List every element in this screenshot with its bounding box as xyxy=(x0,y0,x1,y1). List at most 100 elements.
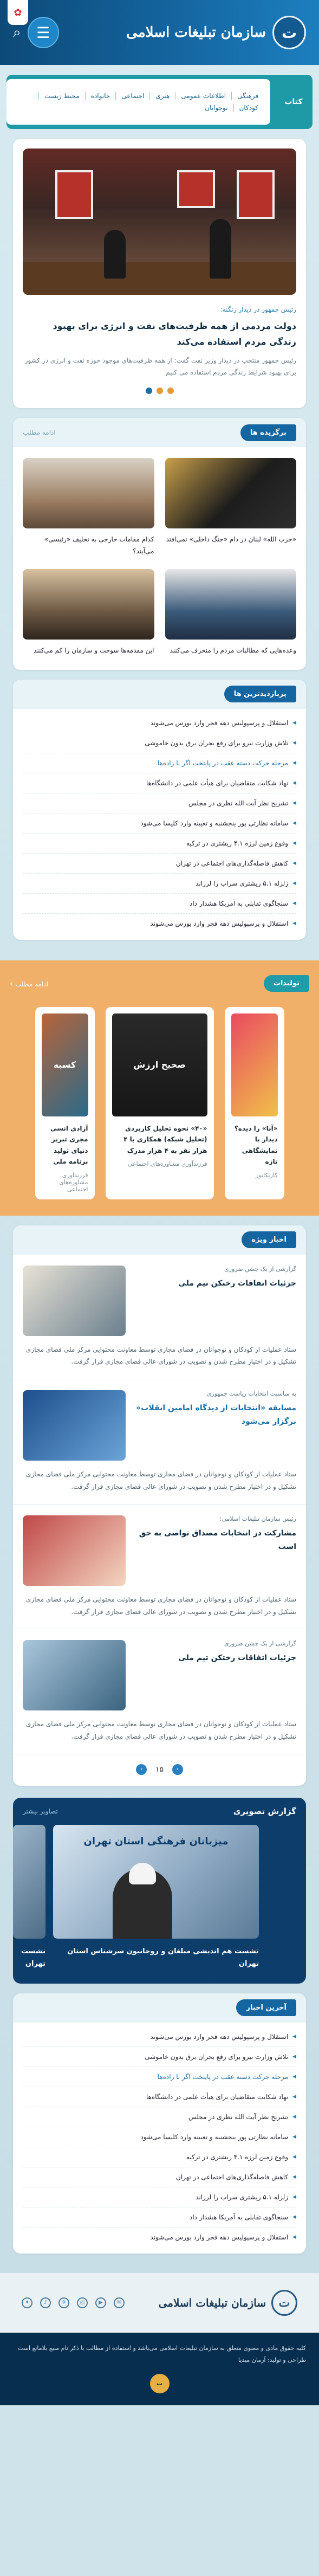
image-panel xyxy=(55,170,93,219)
product-cover: صحیح ارزش xyxy=(112,1013,207,1116)
latest-item[interactable]: ◀ استقلال و پرسپولیس دهه فجر وارد بورس می… xyxy=(23,2027,296,2047)
slider-dot[interactable] xyxy=(145,388,152,395)
popular-item[interactable]: ◀ سامانه نظارتی پور ینجشنبه و تعیینه وارد… xyxy=(23,814,296,834)
category-bar: کتاب فرهنگی اطلاعات عمومی هنری اجتماعی خانوا… xyxy=(6,75,313,129)
news-article[interactable]: به مناسبت انتخابات ریاست جمهوری مسابقه «ا… xyxy=(13,1379,306,1505)
news-article-image[interactable] xyxy=(23,1390,126,1461)
news-article-image[interactable] xyxy=(23,1515,126,1586)
featured-item[interactable]: این مقدمه‌ها سوخت و سازمان را کم می‌کنند xyxy=(23,569,154,657)
menu-button[interactable]: ☰ xyxy=(27,17,59,48)
footer-logo[interactable]: ت سازمان تبلیغات اسلامی xyxy=(159,2289,297,2316)
latest-item[interactable]: ◀ تلاش وزارت نیرو برای رفع بحران برق بدون… xyxy=(23,2047,296,2067)
product-category: کاریکاتور xyxy=(256,1171,278,1179)
pagination-current[interactable]: ۱۵ xyxy=(155,1765,164,1774)
popular-item[interactable]: ◀ استقلال و پرسپولیس دهه فجر وارد بورس می… xyxy=(23,713,296,733)
telegram-icon[interactable]: ✈ xyxy=(58,2297,69,2308)
latest-item[interactable]: ◀ زلزله ۵.۱ ریشتری سراب را لرزاند xyxy=(23,2187,296,2207)
news-article[interactable]: رئیس سازمان تبلیغات اسلامی: مشارکت در انت… xyxy=(13,1505,306,1630)
headline-title[interactable]: دولت مردمی از همه ظرفیت‌های نفت و انرژی … xyxy=(23,319,296,350)
search-button[interactable]: ⌕ xyxy=(13,24,21,41)
bullet-icon: ◀ xyxy=(292,2114,296,2120)
photo-slide[interactable]: میزبانان فرهنگی استان تهران نشست هم اندی… xyxy=(53,1824,259,1971)
latest-item[interactable]: ◀ سامانه نظارتی پور ینجشنبه و تعیینه وارد… xyxy=(23,2127,296,2147)
latest-item[interactable]: ◀ استقلال و پرسپولیس دهه فجر وارد بورس می… xyxy=(23,2228,296,2247)
popular-item[interactable]: ◀ تشریح نظر آیت الله نظری در مجلس xyxy=(23,793,296,814)
latest-item[interactable]: ◀ مرحله حرکت دسته عقب در پایتخت اگر با زا… xyxy=(23,2067,296,2087)
site-logo[interactable]: ت سازمان تبلیغات اسلامی xyxy=(126,16,306,49)
photo-report-more-link[interactable]: تصاویر بیشتر xyxy=(23,1807,58,1815)
product-card[interactable]: «آنا» را دیده؟ دیدار با نمایشگاهی تازه کا… xyxy=(224,1006,284,1199)
featured-item[interactable]: کدام مقامات خارجی به تحلیف «رئیسی» می‌آی… xyxy=(23,458,154,557)
news-article[interactable]: گزارشی از یک جشن ضروری جزئیات اتفاقات رخت… xyxy=(13,1255,306,1380)
category-link[interactable]: نوجوانان xyxy=(199,104,233,112)
news-article-summary: ستاد عملیات از کودکان و نوجوانان در فضای… xyxy=(26,1595,296,1616)
image-panel xyxy=(177,170,215,208)
category-link[interactable]: محیط زیست xyxy=(38,92,85,100)
category-link[interactable]: کودکان xyxy=(233,104,264,112)
pagination-prev-button[interactable]: › xyxy=(172,1764,184,1775)
popular-header: پربازدیدترین ها xyxy=(13,679,306,709)
products-title: تولیدات xyxy=(263,975,309,992)
latest-news-title: آخرین اخبار xyxy=(236,1999,296,2017)
logo-emblem-icon: ت xyxy=(272,16,306,49)
aparat-icon[interactable]: ♪ xyxy=(40,2297,51,2308)
latest-item[interactable]: ◀ وقوع زمین لرزه ۴.۱ ریشتری در ترکیه xyxy=(23,2147,296,2167)
bullet-icon: ◀ xyxy=(292,920,296,926)
image-person xyxy=(104,230,126,279)
news-article-title[interactable]: جزئیات اتفاقات رختکن تیم ملی xyxy=(135,1651,296,1665)
slider-dot[interactable] xyxy=(167,388,174,395)
youtube-icon[interactable]: ▶ xyxy=(95,2297,106,2308)
featured-item[interactable]: وعده‌هایی که مطالبات مردم را منحرف می‌کن… xyxy=(165,569,296,657)
news-article[interactable]: گزارشی از یک جشن ضروری جزئیات اتفاقات رخت… xyxy=(13,1629,306,1754)
featured-item[interactable]: «حزب الله» لبنان در دام «جنگ داخلی» نمی‌… xyxy=(165,458,296,557)
latest-item-text: استقلال و پرسپولیس دهه فجر وارد بورس می‌… xyxy=(150,2233,289,2241)
news-article-title[interactable]: مسابقه «انتخابات از دیدگاه امامین انقلاب… xyxy=(135,1402,296,1429)
page: ت سازمان تبلیغات اسلامی ☰ ⌕ ✿ کتاب فرهنگ… xyxy=(0,0,319,2405)
image-panel xyxy=(237,170,275,219)
news-article-title[interactable]: جزئیات اتفاقات رختکن تیم ملی xyxy=(135,1277,296,1290)
latest-item[interactable]: ◀ کاهش فاصله‌گذاری‌های اجتماعی در تهران xyxy=(23,2167,296,2187)
featured-section: برگزیده ها ادامه مطلب «حزب الله» لبنان د… xyxy=(13,418,306,670)
featured-more-link[interactable]: ادامه مطلب xyxy=(23,429,56,436)
product-category: فرزندآوری مشاوره‌های اجتماعی xyxy=(127,1160,207,1168)
photo-slide-partial-caption: نشست تهران xyxy=(21,1947,45,1968)
popular-title: پربازدیدترین ها xyxy=(224,686,296,703)
news-article-image[interactable] xyxy=(23,1265,126,1336)
popular-item[interactable]: ◀ وقوع زمین لرزه ۴.۱ ریشتری در ترکیه xyxy=(23,834,296,854)
latest-item[interactable]: ◀ نهاد شکایت متقاضیان برای هیأت علمی در د… xyxy=(23,2087,296,2107)
popular-item[interactable]: ◀ مرحله حرکت دسته عقب در پایتخت اگر با زا… xyxy=(23,753,296,773)
news-article-image[interactable] xyxy=(23,1640,126,1711)
latest-item[interactable]: ◀ تشریح نظر آیت الله نظری در مجلس xyxy=(23,2107,296,2127)
news-article-title[interactable]: مشارکت در انتخابات مصداق تواصی به حق است xyxy=(135,1527,296,1554)
popular-item[interactable]: ◀ سنجاگوی تقابلی به آمریکا هشدار داد xyxy=(23,894,296,914)
category-link[interactable]: اطلاعات عمومی xyxy=(175,92,231,100)
headline-image[interactable] xyxy=(23,149,296,295)
product-card[interactable]: کسبه آزادی انسی مجری تبریز دنیای تولید بر… xyxy=(35,1006,95,1199)
latest-item[interactable]: ◀ سنجاگوی تقابلی به آمریکا هشدار داد xyxy=(23,2207,296,2228)
popular-item[interactable]: ◀ زلزله ۵.۱ ریشتری سراب را لرزاند xyxy=(23,874,296,894)
pagination-next-button[interactable]: ‹ xyxy=(135,1764,147,1775)
bullet-icon: ◀ xyxy=(292,2134,296,2140)
category-link[interactable]: خانواده xyxy=(84,92,116,100)
latest-item-text: مرحله حرکت دسته عقب در پایتخت اگر با زاد… xyxy=(157,2073,289,2081)
flag-badge[interactable]: ✿ xyxy=(8,0,28,25)
photo-report-title: گزارش تصویری xyxy=(233,1806,296,1816)
featured-caption: کدام مقامات خارجی به تحلیف «رئیسی» می‌آی… xyxy=(44,535,154,555)
twitter-icon[interactable]: ✦ xyxy=(22,2297,32,2308)
popular-item[interactable]: ◀ تلاش وزارت نیرو برای رفع بحران برق بدون… xyxy=(23,733,296,753)
email-icon[interactable]: ✉ xyxy=(114,2297,125,2308)
category-link[interactable]: اجتماعی xyxy=(115,92,149,100)
category-link[interactable]: فرهنگی xyxy=(231,92,264,100)
popular-list: ◀ استقلال و پرسپولیس دهه فجر وارد بورس می… xyxy=(13,709,306,940)
bottom-badge: ت xyxy=(13,2373,306,2393)
products-more-link[interactable]: ادامه مطلب › xyxy=(10,978,48,989)
product-card[interactable]: صحیح ارزش «۴۰» نحوه تحلیل کاربردی (تحلیل … xyxy=(105,1006,214,1199)
instagram-icon[interactable]: ◎ xyxy=(77,2297,88,2308)
popular-item[interactable]: ◀ استقلال و پرسپولیس دهه فجر وارد بورس می… xyxy=(23,914,296,933)
popular-item[interactable]: ◀ کاهش فاصله‌گذاری‌های اجتماعی در تهران xyxy=(23,854,296,874)
category-link[interactable]: هنری xyxy=(149,92,175,100)
photo-slide-turban xyxy=(129,1862,156,1884)
slider-dot[interactable] xyxy=(156,388,163,395)
popular-item[interactable]: ◀ نهاد شکایت متقاضیان برای هیأت علمی در د… xyxy=(23,773,296,793)
photo-slide-partial[interactable]: نشست تهران xyxy=(13,1824,45,1971)
